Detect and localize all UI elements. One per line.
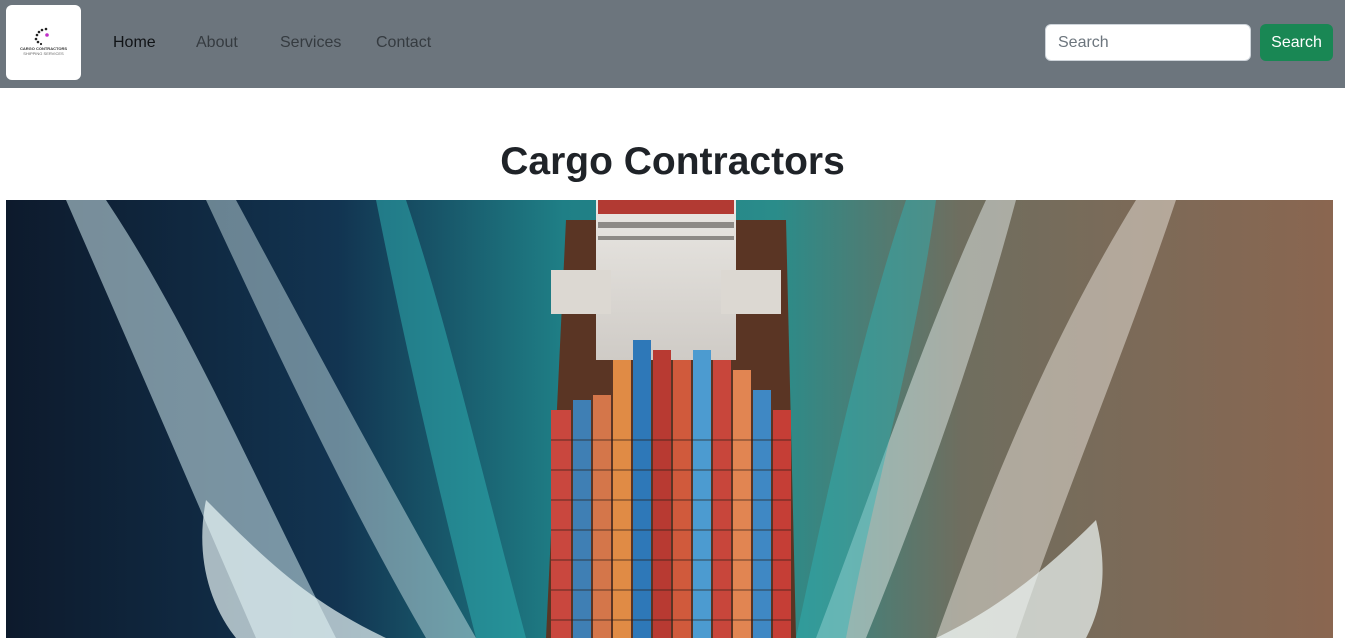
brand-logo[interactable]: CARGO CONTRACTORS SHIPPING SERVICES <box>6 5 81 80</box>
search-input[interactable] <box>1045 24 1251 61</box>
hero-image <box>6 200 1333 638</box>
logo-icon <box>34 27 49 46</box>
nav-link-contact[interactable]: Contact <box>376 33 431 53</box>
nav-link-home[interactable]: Home <box>113 33 156 53</box>
hero-ship-image-icon <box>6 200 1333 638</box>
navbar: CARGO CONTRACTORS SHIPPING SERVICES Home… <box>0 0 1345 88</box>
nav-link-about[interactable]: About <box>196 33 238 53</box>
logo-line-2: SHIPPING SERVICES <box>23 51 64 56</box>
nav-link-services[interactable]: Services <box>280 33 341 53</box>
search-button[interactable]: Search <box>1260 24 1333 61</box>
page-title: Cargo Contractors <box>500 140 845 183</box>
